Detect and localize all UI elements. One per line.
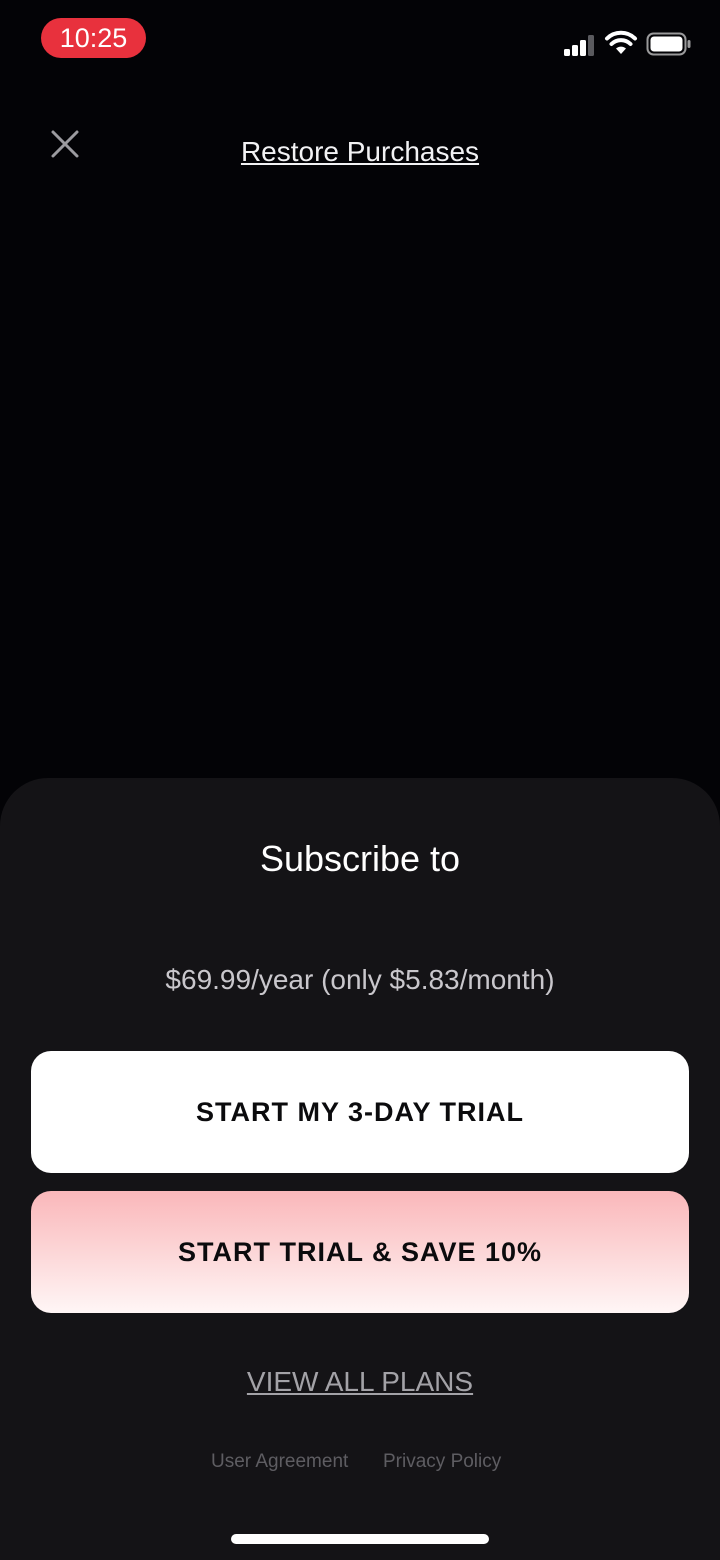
restore-purchases-link[interactable]: Restore Purchases: [0, 132, 720, 172]
status-time: 10:25: [41, 18, 146, 58]
privacy-policy-link[interactable]: Privacy Policy: [383, 1448, 501, 1476]
battery-icon: [646, 32, 691, 56]
home-indicator[interactable]: [231, 1534, 489, 1544]
start-trial-label: START MY 3-DAY TRIAL: [195, 1096, 525, 1127]
wifi-icon: [605, 30, 637, 54]
start-trial-button[interactable]: START MY 3-DAY TRIAL: [31, 1051, 689, 1173]
signal-icon: [564, 35, 594, 56]
start-trial-save-button[interactable]: START TRIAL & SAVE 10%: [31, 1191, 689, 1313]
view-all-plans-link[interactable]: VIEW ALL PLANS: [0, 1362, 720, 1402]
start-trial-save-label: START TRIAL & SAVE 10%: [177, 1236, 543, 1267]
sheet-title: Subscribe to: [259, 838, 461, 879]
user-agreement-link[interactable]: User Agreement: [211, 1448, 348, 1476]
price-text: $69.99/year (only $5.83/month): [165, 964, 555, 995]
